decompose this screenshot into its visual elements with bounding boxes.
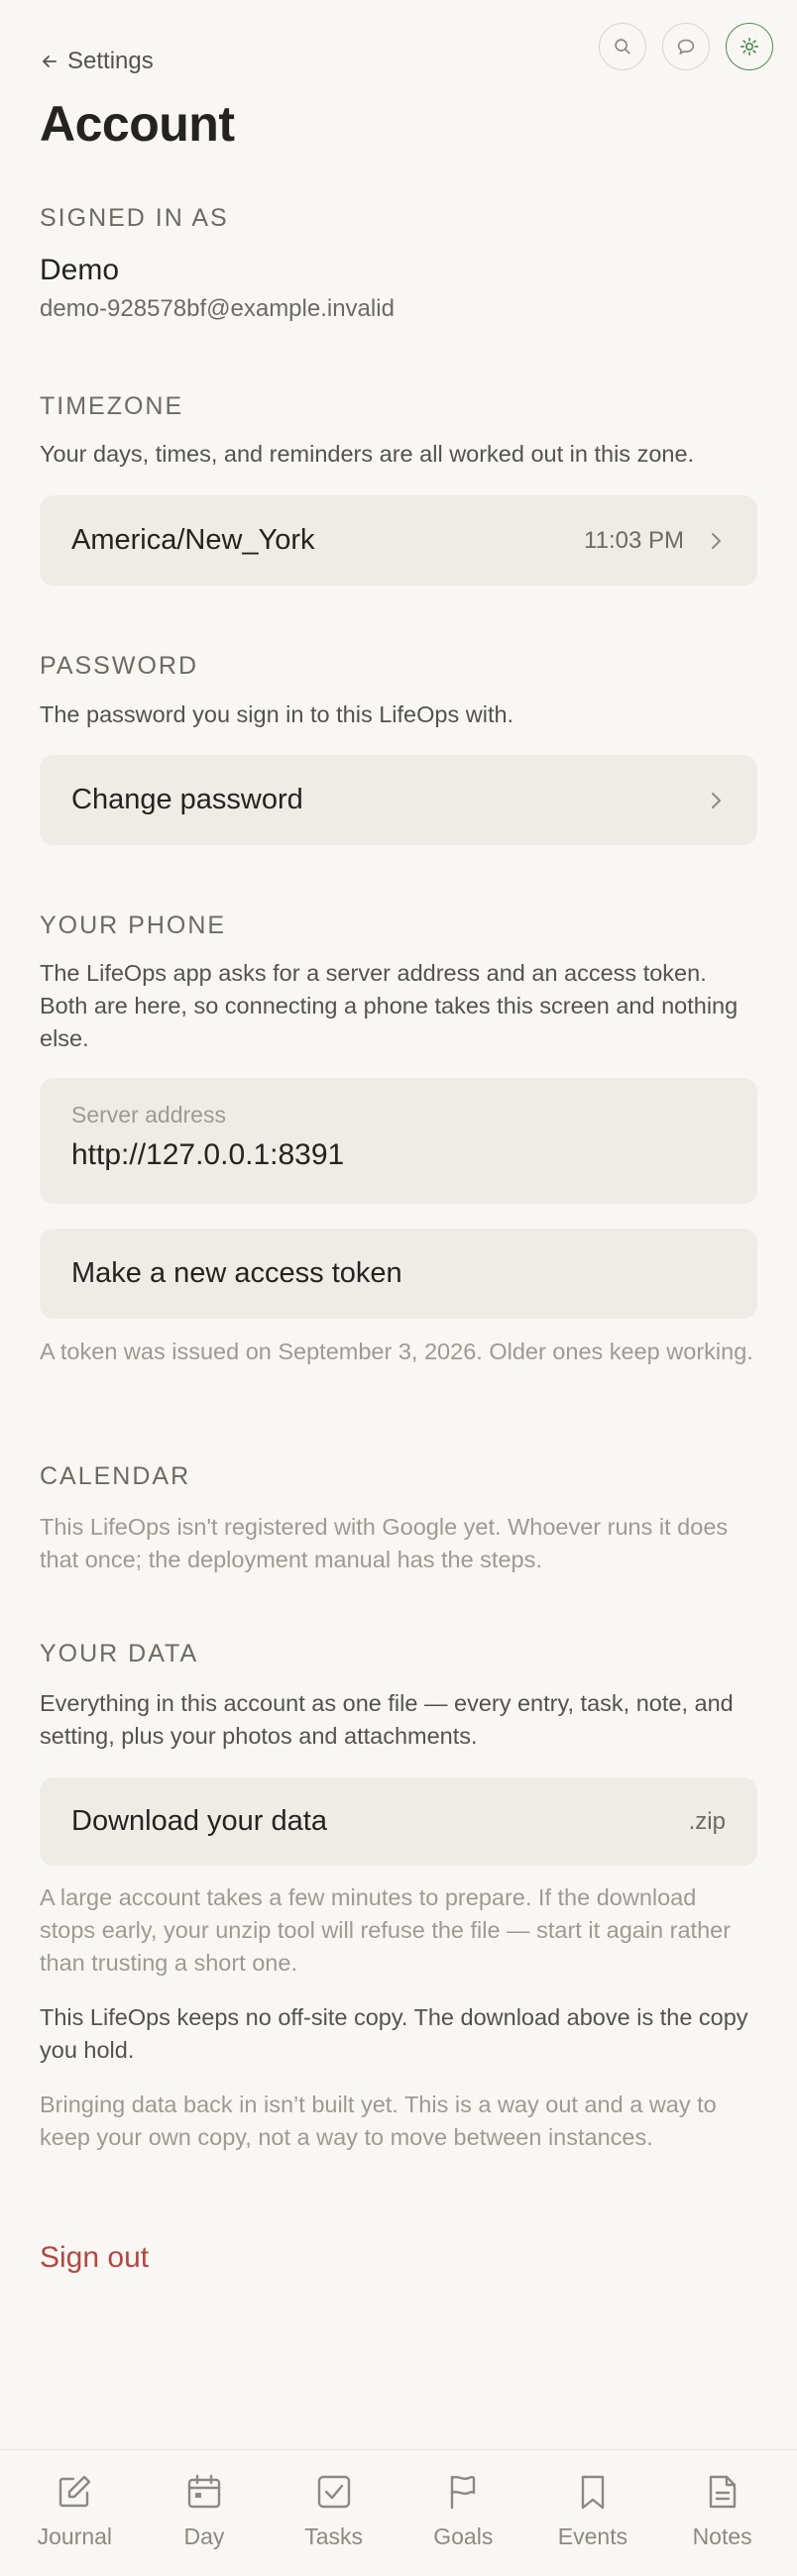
calendar-note: This LifeOps isn't registered with Googl… [40,1514,729,1572]
data-heading: YOUR DATA [40,1640,199,1667]
timezone-description: Your days, times, and reminders are all … [40,441,695,467]
calendar-icon [187,2474,221,2509]
nav-notes-label: Notes [692,2523,752,2549]
nav-day[interactable]: Day [145,2450,264,2576]
nav-events-label: Events [557,2523,628,2549]
bottom-nav: Journal Day Tasks Goals Events Notes [0,2449,797,2576]
data-description: Everything in this account as one file —… [40,1690,734,1749]
flag-icon [451,2475,476,2510]
nav-tasks[interactable]: Tasks [275,2450,394,2576]
sun-icon [740,37,759,56]
password-description: The password you sign in to this LifeOps… [40,701,514,727]
search-button[interactable] [599,23,646,70]
phone-description: The LifeOps app asks for a server addres… [40,960,739,1051]
phone-heading: YOUR PHONE [40,912,227,939]
download-data-label: Download your data [71,1805,327,1837]
chevron-right-icon [712,792,721,808]
pencil-square-icon [59,2475,91,2508]
user-email: demo-928578bf@example.invalid [40,295,395,322]
nav-goals[interactable]: Goals [403,2450,522,2576]
chevron-right-icon [712,532,721,549]
back-link[interactable]: Settings [40,48,154,75]
server-address-field[interactable]: Server address http://127.0.0.1:8391 [40,1078,757,1204]
theme-button[interactable] [726,23,773,70]
nav-notes[interactable]: Notes [663,2450,782,2576]
password-heading: PASSWORD [40,652,198,680]
calendar-heading: CALENDAR [40,1462,191,1490]
server-address-value[interactable]: http://127.0.0.1:8391 [71,1138,726,1172]
checkbox-icon [317,2475,350,2509]
new-token-button[interactable]: Make a new access token [40,1229,757,1319]
sign-out-link[interactable]: Sign out [40,2241,149,2275]
import-note: Bringing data back in isn’t built yet. T… [40,2092,717,2150]
nav-journal[interactable]: Journal [15,2450,134,2576]
timezone-local-time: 11:03 PM [584,526,684,554]
search-icon [615,39,630,54]
download-format: .zip [688,1807,726,1835]
user-name: Demo [40,254,120,286]
change-password-row[interactable]: Change password [40,755,757,845]
timezone-heading: TIMEZONE [40,392,184,420]
timezone-row[interactable]: America/New_York 11:03 PM [40,495,757,586]
page-title: Account [40,96,235,152]
nav-events[interactable]: Events [533,2450,652,2576]
chat-bubble-icon [677,39,695,55]
download-note-large: A large account takes a few minutes to p… [40,1884,732,1976]
nav-day-label: Day [183,2523,225,2549]
timezone-value: America/New_York [71,524,315,556]
nav-tasks-label: Tasks [304,2523,364,2549]
nav-journal-label: Journal [37,2523,113,2549]
back-link-label: Settings [67,48,154,74]
top-actions [599,23,773,70]
signed-in-heading: SIGNED IN AS [40,204,229,232]
arrow-left-icon [43,55,57,67]
chat-button[interactable] [662,23,710,70]
nav-goals-label: Goals [433,2523,494,2549]
new-token-label: Make a new access token [71,1257,402,1289]
document-icon [709,2475,736,2509]
offsite-copy-note: This LifeOps keeps no off-site copy. The… [40,2004,748,2063]
server-address-label: Server address [71,1102,226,1127]
bookmark-icon [581,2475,605,2510]
change-password-label: Change password [71,784,303,815]
download-data-button[interactable]: Download your data .zip [40,1777,757,1866]
token-note: A token was issued on September 3, 2026.… [40,1339,753,1364]
